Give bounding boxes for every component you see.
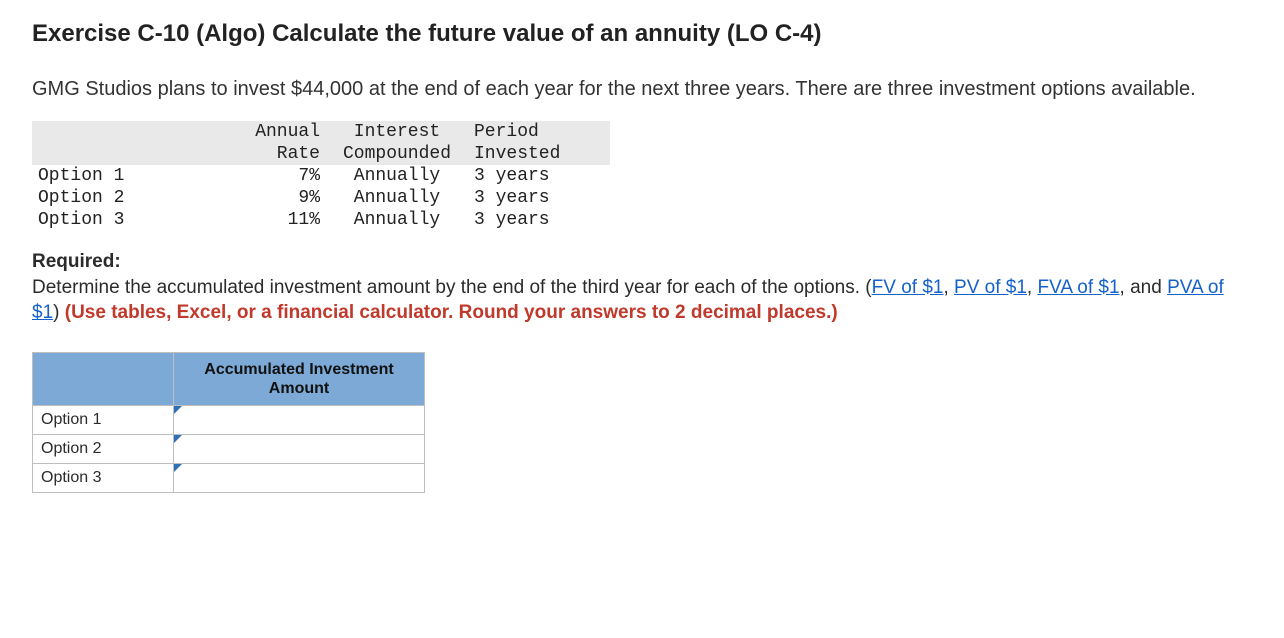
answer-cell-option3[interactable] [174,463,425,492]
options-header-comp-2: Compounded [326,143,468,165]
answer-cell-option2[interactable] [174,434,425,463]
exercise-title: Exercise C-10 (Algo) Calculate the futur… [32,20,1252,48]
option-label: Option 2 [32,187,204,209]
answer-header-line1: Accumulated Investment [204,361,393,378]
required-label: Required: [32,251,121,272]
options-header-period-1: Period [468,121,610,143]
option-period: 3 years [468,209,610,231]
option-compounded: Annually [326,209,468,231]
intro-paragraph: GMG Studios plans to invest $44,000 at t… [32,76,1252,103]
table-row: Option 2 [33,434,425,463]
link-fva-of-1[interactable]: FVA of $1 [1037,277,1119,298]
options-header-rate-1: Annual [204,121,326,143]
required-text: Determine the accumulated investment amo… [32,277,872,298]
answer-header-line2: Amount [269,380,329,397]
answer-input-option2[interactable] [174,435,424,463]
sep: , [1027,277,1038,298]
sep-and: , and [1120,277,1168,298]
options-header-period-2: Invested [468,143,610,165]
answer-row-label: Option 1 [33,405,174,434]
link-fv-of-1[interactable]: FV of $1 [872,277,944,298]
options-header-rate-2: Rate [204,143,326,165]
answer-table: Accumulated Investment Amount Option 1 O… [32,352,425,493]
option-label: Option 3 [32,209,204,231]
close-paren: ) [53,302,65,323]
option-period: 3 years [468,165,610,187]
table-row: Option 3 [33,463,425,492]
answer-header-amount: Accumulated Investment Amount [174,352,425,405]
options-header-comp-1: Interest [326,121,468,143]
table-row: Option 2 9% Annually 3 years [32,187,610,209]
options-data-table: Annual Interest Period Rate Compounded I… [32,121,1252,231]
link-pv-of-1[interactable]: PV of $1 [954,277,1027,298]
table-row: Option 3 11% Annually 3 years [32,209,610,231]
option-compounded: Annually [326,165,468,187]
option-rate: 7% [204,165,326,187]
answer-input-option1[interactable] [174,406,424,434]
option-label: Option 1 [32,165,204,187]
option-rate: 11% [204,209,326,231]
sep: , [943,277,954,298]
answer-header-blank [33,352,174,405]
options-header-blank-2 [32,143,204,165]
option-compounded: Annually [326,187,468,209]
option-rate: 9% [204,187,326,209]
answer-row-label: Option 2 [33,434,174,463]
option-period: 3 years [468,187,610,209]
table-row: Option 1 [33,405,425,434]
answer-input-option3[interactable] [174,464,424,492]
page-root: Exercise C-10 (Algo) Calculate the futur… [0,0,1284,513]
table-row: Option 1 7% Annually 3 years [32,165,610,187]
options-header-blank [32,121,204,143]
required-block: Required: Determine the accumulated inve… [32,249,1252,326]
answer-cell-option1[interactable] [174,405,425,434]
answer-row-label: Option 3 [33,463,174,492]
rounding-note: (Use tables, Excel, or a financial calcu… [65,302,838,323]
